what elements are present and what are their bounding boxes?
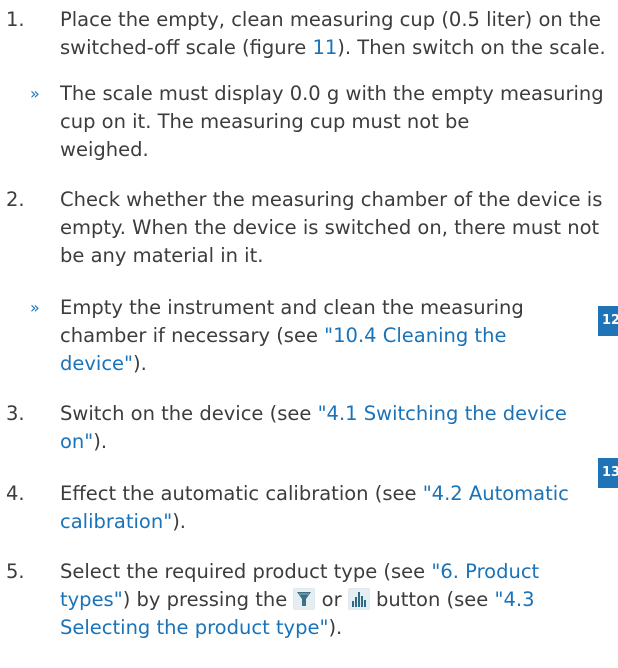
product-types-link[interactable]: types" <box>60 588 123 611</box>
page-marker: 13 <box>598 458 618 488</box>
step-text: Effect the automatic calibration (see "4… <box>60 480 616 536</box>
result-text: The scale must display 0.0 g with the em… <box>60 80 616 164</box>
text-line: types") by pressing the or button (see "… <box>60 588 535 611</box>
step-number: 5. <box>6 560 25 583</box>
product-type-link[interactable]: "4.3 <box>495 588 535 611</box>
funnel-filter-icon <box>293 588 316 610</box>
text-line: Empty the instrument and clean the measu… <box>60 296 524 319</box>
calibration-link[interactable]: "4.2 Automatic <box>423 482 569 505</box>
text-line: switched-off scale (figure 11). Then swi… <box>60 36 606 59</box>
text-line: empty. When the device is switched on, t… <box>60 216 600 239</box>
text-line: Selecting the product type"). <box>60 616 343 639</box>
text-line: be any material in it. <box>60 244 264 267</box>
cleaning-link[interactable]: device" <box>60 352 133 375</box>
page-marker: 12 <box>598 306 618 336</box>
switching-link[interactable]: "4.1 Switching the device <box>318 402 567 425</box>
text-line: weighed. <box>60 138 149 161</box>
text-line: Place the empty, clean measuring cup (0.… <box>60 8 601 31</box>
calibration-link[interactable]: calibration" <box>60 510 172 533</box>
step-number: 2. <box>6 188 25 211</box>
result-bullet: » <box>30 298 40 317</box>
result-text: Empty the instrument and clean the measu… <box>60 294 616 378</box>
switching-link[interactable]: on" <box>60 430 93 453</box>
text-line: chamber if necessary (see "10.4 Cleaning… <box>60 324 507 347</box>
product-types-link[interactable]: "6. Product <box>431 560 539 583</box>
bar-chart-icon <box>347 588 370 610</box>
step-text: Select the required product type (see "6… <box>60 558 616 642</box>
text-line: cup on it. The measuring cup must not be <box>60 110 470 133</box>
text-line: calibration"). <box>60 510 186 533</box>
step-text: Place the empty, clean measuring cup (0.… <box>60 6 616 62</box>
text-line: on"). <box>60 430 108 453</box>
figure-link[interactable]: 11 <box>312 36 337 59</box>
step-number: 3. <box>6 402 25 425</box>
text-line: Effect the automatic calibration (see "4… <box>60 482 569 505</box>
text-line: Select the required product type (see "6… <box>60 560 540 583</box>
text-line: The scale must display 0.0 g with the em… <box>60 82 604 105</box>
product-type-link[interactable]: Selecting the product type" <box>60 616 328 639</box>
step-text: Switch on the device (see "4.1 Switching… <box>60 400 616 456</box>
text-line: Check whether the measuring chamber of t… <box>60 188 603 211</box>
step-number: 4. <box>6 482 25 505</box>
cleaning-link[interactable]: "10.4 Cleaning the <box>324 324 506 347</box>
text-line: device"). <box>60 352 147 375</box>
result-bullet: » <box>30 84 40 103</box>
step-text: Check whether the measuring chamber of t… <box>60 186 616 270</box>
text-line: Switch on the device (see "4.1 Switching… <box>60 402 567 425</box>
step-number: 1. <box>6 8 25 31</box>
